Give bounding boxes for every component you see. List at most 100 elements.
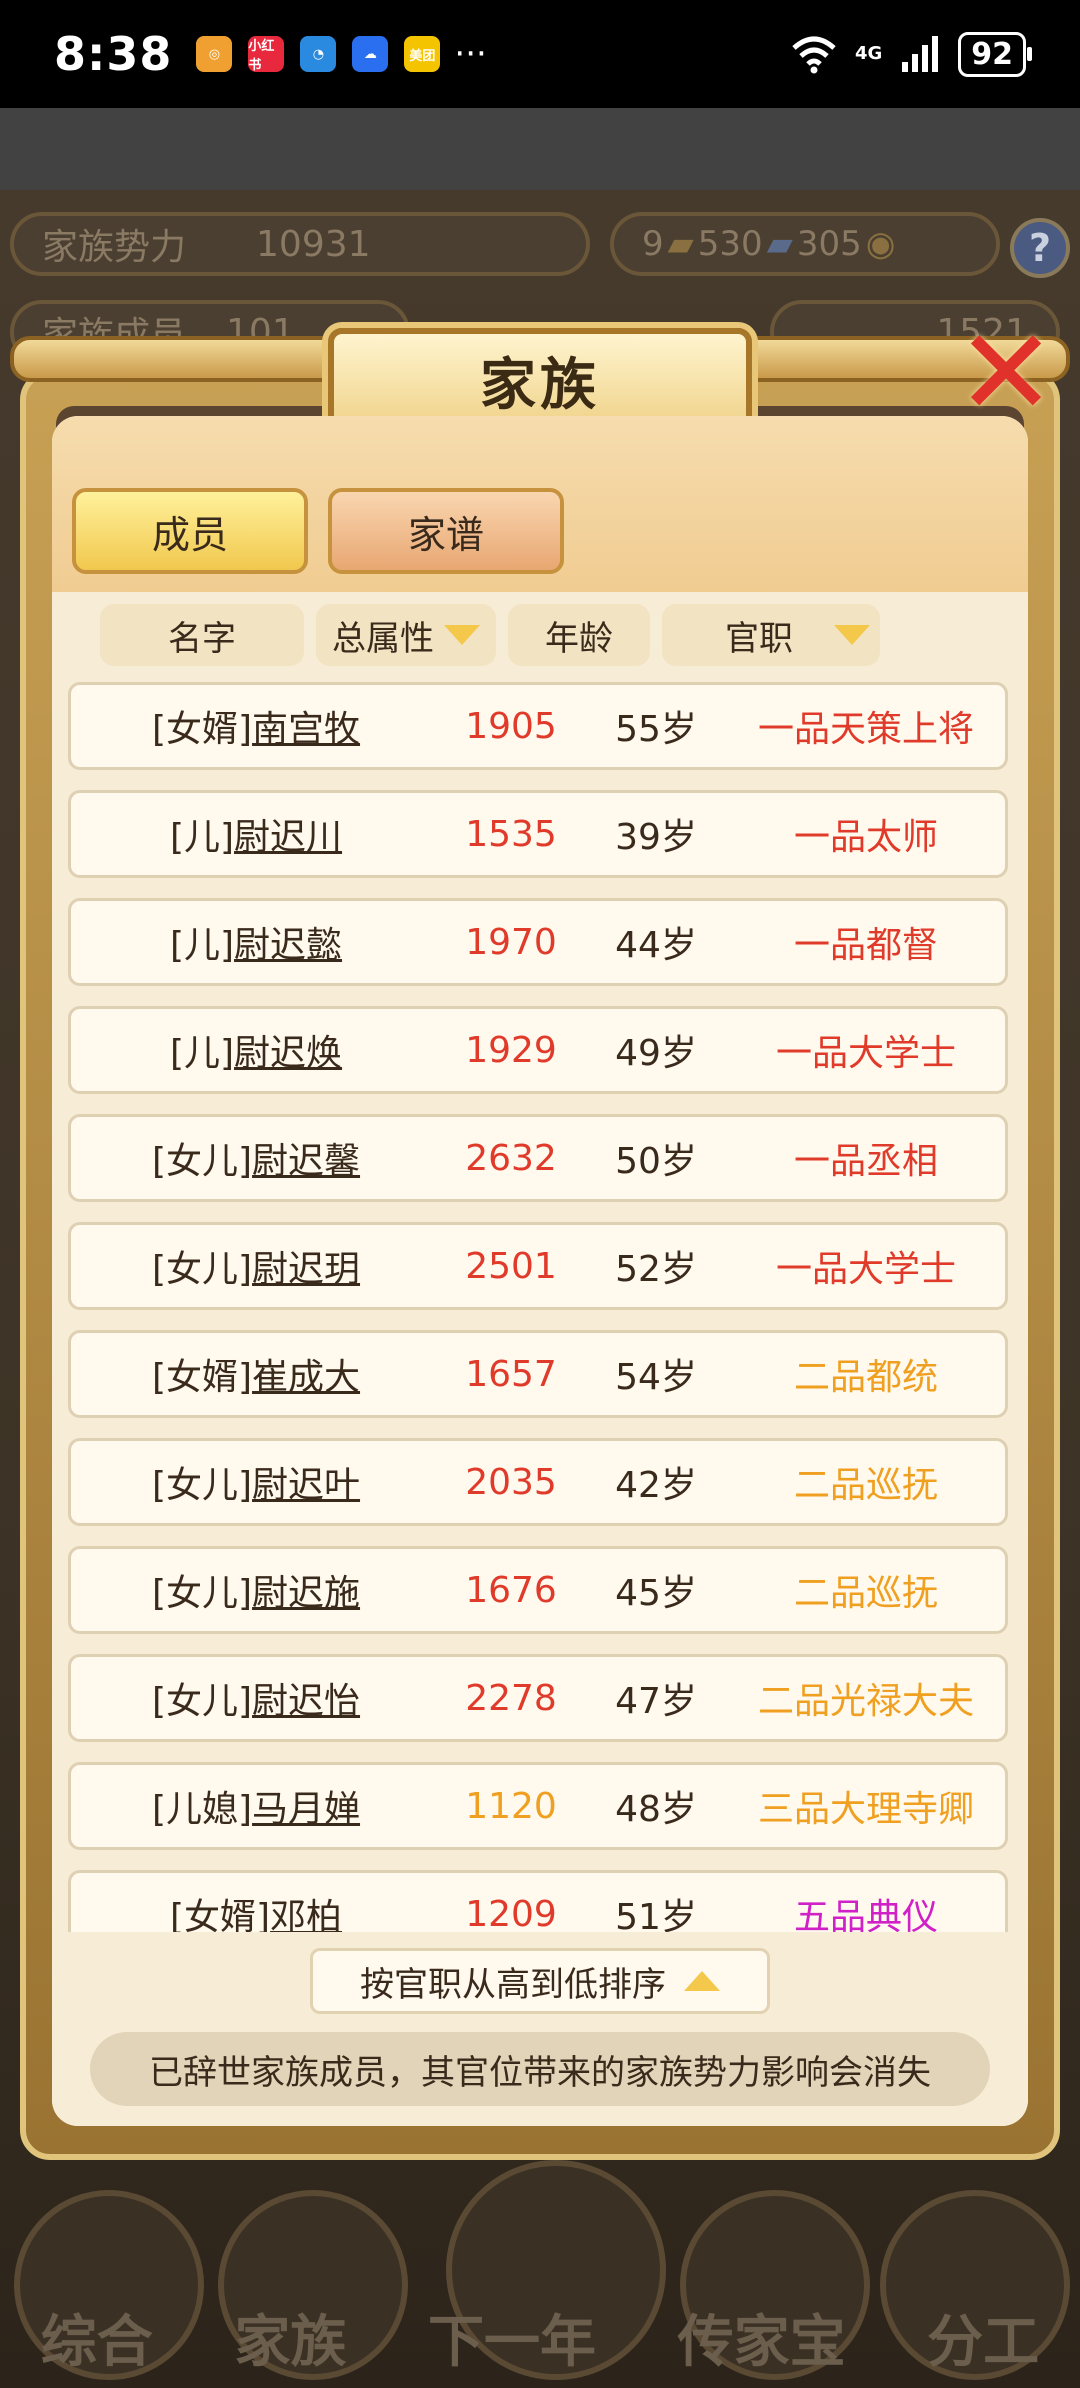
top-bar [0,108,1080,190]
member-age: 48岁 [615,1789,697,1830]
member-total-attr: 1970 [465,921,557,963]
member-rank: 一品天策上将 [757,709,974,750]
gold-bar-icon: ▰ [667,224,694,264]
member-name-link[interactable]: 邓柏 [270,1888,342,1932]
column-header-attr[interactable]: 总属性 [316,604,496,666]
member-name-link[interactable]: 尉迟懿 [234,916,342,968]
member-name-link[interactable]: 尉迟焕 [234,1024,342,1076]
sort-down-icon [834,625,870,645]
column-header-age[interactable]: 年龄 [508,604,650,666]
member-row[interactable]: [女婿] 邓柏 1209 51岁 五品典仪 [68,1870,1008,1932]
member-name-cell: [儿] 尉迟川 [71,793,441,875]
member-relation: [女婿] [151,709,253,750]
member-relation: [女婿] [151,1357,253,1398]
member-name-link[interactable]: 尉迟施 [252,1564,360,1616]
member-relation: [女儿] [151,1573,253,1614]
sort-down-icon [444,625,480,645]
member-name-link[interactable]: 尉迟玥 [252,1240,360,1292]
member-row[interactable]: [女婿] 崔成大 1657 54岁 二品都统 [68,1330,1008,1418]
battery-indicator: 92 [958,31,1032,77]
sort-button-label: 按官职从高到低排序 [360,1964,666,2005]
notification-app-icons: ◎ 小红书 ◔ ☁ 美团 [196,36,441,73]
member-rank: 一品大学士 [775,1033,956,1074]
member-total-attr: 2632 [465,1137,557,1179]
member-name-cell: [女婿] 崔成大 [71,1333,441,1415]
notice-text: 已辞世家族成员，其官位带来的家族势力影响会消失 [90,2032,990,2106]
tab-family-tree[interactable]: 家谱 [328,488,564,574]
member-total-attr: 1209 [465,1893,557,1933]
member-total-attr: 2501 [465,1245,557,1287]
member-relation: [儿媳] [151,1789,253,1830]
member-total-attr: 1535 [465,813,557,855]
bottom-nav: 综合 家族 下一年 传家宝 分工 [0,2170,1080,2388]
member-row[interactable]: [女儿] 尉迟馨 2632 50岁 一品丞相 [68,1114,1008,1202]
tab-members[interactable]: 成员 [72,488,308,574]
member-row[interactable]: [女婿] 南宫牧 1905 55岁 一品天策上将 [68,682,1008,770]
member-rank: 二品巡抚 [793,1465,938,1506]
member-total-attr: 1120 [465,1785,557,1827]
member-row[interactable]: [儿] 尉迟川 1535 39岁 一品太师 [68,790,1008,878]
notification-app-icon: ☁ [352,36,389,72]
member-name-link[interactable]: 尉迟叶 [252,1456,360,1508]
member-list[interactable]: [女婿] 南宫牧 1905 55岁 一品天策上将 [儿] 尉迟川 1535 39岁 一品太师 [儿]… [68,682,1012,1932]
member-row[interactable]: [儿媳] 马月婵 1120 48岁 三品大理寺卿 [68,1762,1008,1850]
member-relation: [儿] [169,1033,235,1074]
member-name-link[interactable]: 崔成大 [252,1348,360,1400]
bg-res3: 305 [796,224,862,264]
member-name-link[interactable]: 尉迟川 [234,808,342,860]
sort-up-icon [684,1971,720,1991]
bg-influence-bar: 家族势力 10931 [10,212,590,276]
close-icon[interactable]: ✕ [950,314,1062,434]
member-name-cell: [女儿] 尉迟叶 [71,1441,441,1523]
member-rank: 一品丞相 [793,1141,938,1182]
member-row[interactable]: [儿] 尉迟懿 1970 44岁 一品都督 [68,898,1008,986]
member-rank: 一品太师 [793,817,938,858]
member-row[interactable]: [女儿] 尉迟施 1676 45岁 二品巡抚 [68,1546,1008,1634]
column-header-rank[interactable]: 官职 [662,604,880,666]
member-name-link[interactable]: 尉迟馨 [252,1132,360,1184]
member-rank: 五品典仪 [793,1897,938,1932]
bg-resource-bar: 9 ▰ 530 ▰ 305 ◉ [610,212,1000,276]
member-name-link[interactable]: 南宫牧 [252,700,360,752]
notification-app-icon: 美团 [404,36,441,72]
member-row[interactable]: [女儿] 尉迟玥 2501 52岁 一品大学士 [68,1222,1008,1310]
member-relation: [女婿] [169,1897,271,1932]
nav-item-next-year[interactable]: 下一年 [428,2297,596,2378]
column-header-name[interactable]: 名字 [100,604,304,666]
table-header: 名字 总属性 年龄 官职 [100,604,988,668]
member-name-link[interactable]: 马月婵 [252,1780,360,1832]
dialog-footer: 按官职从高到低排序 已辞世家族成员，其官位带来的家族势力影响会消失 [52,1932,1028,2126]
member-row[interactable]: [女儿] 尉迟怡 2278 47岁 二品光禄大夫 [68,1654,1008,1742]
member-rank: 三品大理寺卿 [757,1789,974,1830]
member-relation: [女儿] [151,1141,253,1182]
nav-item-heirloom[interactable]: 传家宝 [678,2297,846,2378]
member-relation: [女儿] [151,1465,253,1506]
more-notifications-icon: ··· [454,34,487,74]
member-rank: 二品都统 [793,1357,938,1398]
silver-bar-icon: ▰ [766,224,793,264]
nav-item-general[interactable]: 综合 [41,2297,153,2378]
column-header-attr-label: 总属性 [332,618,434,659]
member-name-cell: [女儿] 尉迟施 [71,1549,441,1631]
member-row[interactable]: [女儿] 尉迟叶 2035 42岁 二品巡抚 [68,1438,1008,1526]
member-age: 39岁 [615,817,697,858]
member-total-attr: 2035 [465,1461,557,1503]
member-name-link[interactable]: 尉迟怡 [252,1672,360,1724]
wifi-icon [792,36,836,74]
nav-item-assign[interactable]: 分工 [927,2297,1039,2378]
member-total-attr: 1676 [465,1569,557,1611]
member-relation: [儿] [169,817,235,858]
member-name-cell: [女儿] 尉迟怡 [71,1657,441,1739]
member-age: 50岁 [615,1141,697,1182]
member-relation: [女儿] [151,1681,253,1722]
nav-item-family[interactable]: 家族 [234,2297,346,2378]
member-name-cell: [女儿] 尉迟玥 [71,1225,441,1307]
notification-app-icon: ◔ [300,36,337,72]
help-button[interactable]: ? [1010,218,1070,278]
sort-button[interactable]: 按官职从高到低排序 [310,1948,770,2014]
member-name-cell: [儿] 尉迟懿 [71,901,441,983]
member-row[interactable]: [儿] 尉迟焕 1929 49岁 一品大学士 [68,1006,1008,1094]
column-header-rank-label: 官职 [725,618,793,659]
member-age: 45岁 [615,1573,697,1614]
status-bar: 8:38 ◎ 小红书 ◔ ☁ 美团 ··· 4G 92 [0,0,1080,108]
